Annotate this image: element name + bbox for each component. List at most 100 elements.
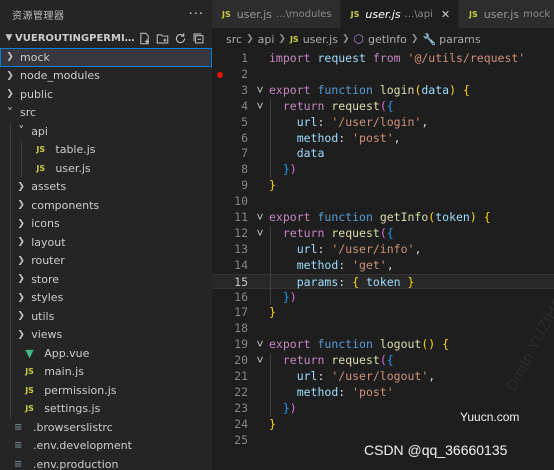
- code-line[interactable]: 3 ˅ export function login(data) {: [212, 83, 554, 99]
- line-number: 19: [234, 337, 248, 352]
- folder-item[interactable]: ❯ public: [0, 85, 212, 104]
- file-item[interactable]: JS settings.js: [0, 399, 212, 418]
- file-item[interactable]: JS permission.js: [0, 381, 212, 400]
- folder-item[interactable]: ❯ styles: [0, 288, 212, 307]
- chevron-right-icon[interactable]: ❯: [15, 330, 27, 340]
- fold-chevron-icon[interactable]: ˅: [254, 83, 266, 99]
- file-item[interactable]: ≡ .env.development: [0, 437, 212, 456]
- chevron-right-icon[interactable]: ❯: [15, 274, 27, 284]
- code-line[interactable]: 10: [212, 194, 554, 210]
- fold-chevron-icon[interactable]: ˅: [254, 210, 266, 226]
- folder-item[interactable]: ❯ utils: [0, 307, 212, 326]
- chevron-down-icon[interactable]: ▼: [3, 33, 15, 43]
- code-editor[interactable]: 1 import request from '@/utils/request' 2 3…: [212, 50, 554, 470]
- line-number: 14: [234, 257, 248, 272]
- tree-item-label: main.js: [44, 365, 84, 379]
- code-line[interactable]: 15 params: { token }: [212, 273, 554, 290]
- function-symbol-icon: ⬡: [353, 32, 364, 46]
- new-file-icon[interactable]: [137, 31, 152, 46]
- modified-marker[interactable]: [217, 71, 223, 78]
- code-line[interactable]: 11 ˅ export function getInfo(token) {: [212, 210, 554, 226]
- file-item[interactable]: JS main.js: [0, 362, 212, 381]
- breadcrumb-file[interactable]: user.js: [303, 33, 338, 46]
- code-line[interactable]: 22 method: 'post': [212, 385, 554, 401]
- config-file-icon: ≡: [14, 440, 23, 452]
- code-line[interactable]: 12 ˅ return request({: [212, 226, 554, 242]
- folder-item[interactable]: ❯ icons: [0, 214, 212, 233]
- breadcrumb-src[interactable]: src: [226, 33, 242, 46]
- code-line[interactable]: 9}: [212, 178, 554, 194]
- code-line[interactable]: 18: [212, 321, 554, 337]
- code-line[interactable]: 4 ˅ return request({: [212, 99, 554, 115]
- code-line[interactable]: 13 url: '/user/info',: [212, 242, 554, 258]
- chevron-right-icon[interactable]: ❯: [15, 182, 27, 192]
- tab-label: user.js: [236, 7, 273, 21]
- folder-item[interactable]: ❯ router: [0, 251, 212, 270]
- folder-item[interactable]: ❯ node_modules: [0, 67, 212, 86]
- chevron-right-icon[interactable]: ❯: [4, 52, 16, 62]
- code-line[interactable]: 7 data: [212, 146, 554, 162]
- tree-item-label: table.js: [55, 143, 96, 157]
- file-item[interactable]: ▼ App.vue: [0, 344, 212, 363]
- folder-item[interactable]: ˅ api: [0, 122, 212, 141]
- code-token: url: [296, 241, 318, 256]
- folder-item[interactable]: ˅ src: [0, 104, 212, 123]
- chevron-right-icon[interactable]: ❯: [15, 237, 27, 247]
- line-number: 16: [234, 289, 248, 304]
- breadcrumb-function[interactable]: getInfo: [368, 33, 407, 46]
- code-line[interactable]: 2: [212, 67, 554, 83]
- folder-item[interactable]: ❯ views: [0, 325, 212, 344]
- chevron-right-icon[interactable]: ❯: [4, 71, 16, 81]
- project-name[interactable]: VUEROUTINGPERMISSIO...: [15, 33, 137, 44]
- folder-item[interactable]: ❯ assets: [0, 177, 212, 196]
- code-text: }): [269, 401, 297, 417]
- chevron-right-icon[interactable]: ❯: [15, 256, 27, 266]
- collapse-all-icon[interactable]: [191, 31, 206, 46]
- code-line[interactable]: 20 ˅ return request({: [212, 353, 554, 369]
- chevron-down-icon[interactable]: ˅: [4, 106, 16, 120]
- code-line[interactable]: 8 }): [212, 162, 554, 178]
- code-line[interactable]: 14 method: 'get',: [212, 258, 554, 274]
- file-item[interactable]: JS user.js: [0, 159, 212, 178]
- breadcrumb-property[interactable]: params: [439, 33, 480, 46]
- project-header[interactable]: ▼ VUEROUTINGPERMISSIO...: [0, 28, 212, 48]
- chevron-right-icon[interactable]: ❯: [15, 200, 27, 210]
- code-line[interactable]: 5 url: '/user/login',: [212, 115, 554, 131]
- code-line[interactable]: 17}: [212, 305, 554, 321]
- chevron-right-icon[interactable]: ❯: [15, 219, 27, 229]
- fold-chevron-icon[interactable]: ˅: [254, 337, 266, 353]
- fold-chevron-icon[interactable]: ˅: [254, 226, 266, 242]
- close-icon[interactable]: ✕: [441, 8, 450, 21]
- folder-item[interactable]: ❯ components: [0, 196, 212, 215]
- fold-chevron-icon[interactable]: ˅: [254, 99, 266, 115]
- file-item[interactable]: ≡ .env.production: [0, 455, 212, 470]
- file-item[interactable]: ≡ .browserslistrc: [0, 418, 212, 437]
- line-number: 17: [234, 305, 248, 320]
- chevron-down-icon[interactable]: ˅: [15, 124, 27, 138]
- refresh-icon[interactable]: [173, 31, 188, 46]
- folder-item[interactable]: ❯ store: [0, 270, 212, 289]
- breadcrumb-api[interactable]: api: [258, 33, 275, 46]
- line-number: 24: [234, 416, 248, 431]
- js-file-icon: JS: [222, 9, 231, 19]
- folder-item[interactable]: ❯ layout: [0, 233, 212, 252]
- chevron-right-icon[interactable]: ❯: [4, 89, 16, 99]
- file-item[interactable]: JS table.js: [0, 140, 212, 159]
- code-line[interactable]: 1 import request from '@/utils/request': [212, 51, 554, 67]
- code-line[interactable]: 19 ˅ export function logout() {: [212, 337, 554, 353]
- code-line[interactable]: 16 }): [212, 290, 554, 306]
- more-actions-icon[interactable]: ···: [189, 7, 204, 22]
- fold-chevron-icon[interactable]: ˅: [254, 353, 266, 369]
- editor-tab[interactable]: JS user.js ...\api ✕: [340, 0, 460, 28]
- new-folder-icon[interactable]: [155, 31, 170, 46]
- chevron-right-icon[interactable]: ❯: [15, 293, 27, 303]
- code-line[interactable]: 6 method: 'post',: [212, 131, 554, 147]
- editor-tab[interactable]: JS user.js mock: [459, 0, 554, 28]
- editor-tab[interactable]: JS user.js ...\modules: [212, 0, 341, 28]
- code-line[interactable]: 21 url: '/user/logout',: [212, 369, 554, 385]
- chevron-right-icon[interactable]: ❯: [15, 311, 27, 321]
- code-token: :: [317, 114, 332, 129]
- explorer-title: 资源管理器: [12, 10, 65, 22]
- folder-item[interactable]: ❯ mock: [0, 48, 212, 67]
